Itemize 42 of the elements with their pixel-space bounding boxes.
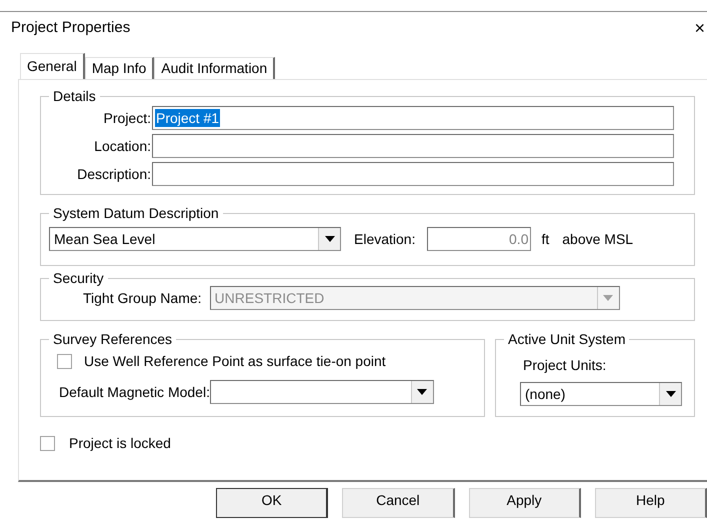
tab[interactable]: General	[20, 53, 85, 79]
caret-icon	[324, 236, 334, 242]
checkbox-label: Use Well Reference Point as surface tie-on point	[84, 352, 386, 371]
field-label: Elevation:	[354, 230, 416, 248]
field-label: Tight Group Name:	[83, 288, 202, 308]
group-title: Details	[52, 88, 97, 104]
dialog-button[interactable]: Apply	[468, 488, 581, 518]
dialog-button[interactable]: OK	[216, 488, 328, 518]
window-title: Project Properties	[11, 18, 130, 38]
group-title: Security	[52, 270, 105, 286]
dropdown[interactable]: Mean Sea Level	[49, 227, 341, 251]
tab[interactable]: Audit Information	[154, 57, 276, 79]
field-value: Project #1	[155, 109, 220, 127]
close-button[interactable]: ×	[694, 19, 705, 37]
field-label: Description:	[76, 164, 151, 184]
checkbox[interactable]	[57, 354, 72, 369]
caret-icon	[666, 391, 676, 397]
field-label: Project Units:	[523, 356, 608, 375]
field-label: Project:	[102, 108, 151, 128]
field-label: Location:	[93, 136, 151, 156]
field-label: Default Magnetic Model:	[59, 382, 210, 402]
checkbox-label: Project is locked	[69, 434, 171, 453]
elevation-field[interactable]: 0.0	[427, 227, 532, 251]
group-title: Survey References	[52, 331, 174, 347]
reference-label: above MSL	[562, 230, 634, 248]
dialog-button[interactable]: Help	[594, 488, 707, 518]
group-title: Active Unit System	[507, 331, 626, 347]
checkbox[interactable]	[40, 436, 55, 451]
group-title: System Datum Description	[52, 205, 220, 221]
dropdown-button[interactable]	[659, 383, 681, 405]
text-field[interactable]	[152, 162, 674, 186]
text-field[interactable]	[152, 134, 674, 158]
dialog-button[interactable]: Cancel	[342, 488, 454, 518]
dropdown[interactable]	[210, 380, 434, 404]
caret-icon	[603, 295, 614, 301]
dropdown[interactable]: (none)	[520, 382, 682, 406]
dropdown-button[interactable]	[318, 228, 340, 250]
tab[interactable]: Map Info	[84, 57, 154, 79]
text-field[interactable]: Project #1	[152, 106, 674, 130]
caret-icon	[417, 389, 428, 395]
dropdown-button[interactable]	[410, 381, 433, 403]
unit-label: ft	[541, 230, 550, 248]
